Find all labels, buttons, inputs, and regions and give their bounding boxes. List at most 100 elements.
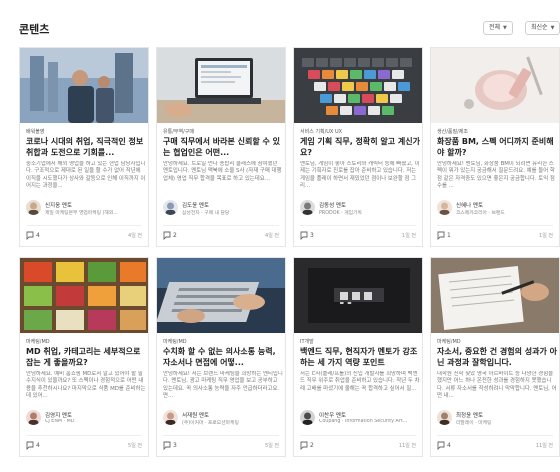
card-thumbnail-image — [157, 48, 285, 123]
filter-select[interactable]: 전체 ▼ — [483, 21, 513, 35]
author-name: 신지웅 멘토 — [45, 203, 73, 209]
chevron-down-icon: ▼ — [503, 25, 507, 31]
card-date: 11일 전 — [535, 443, 553, 449]
card-footer: 3 5일 전 — [163, 441, 279, 451]
content-page: 콘텐츠 전체 ▼ 최신순 ▼ 배워볼영 코로나 시대의 취업, 직극적인 정보 … — [0, 0, 560, 472]
card-footer: 4 11일 전 — [437, 441, 553, 451]
card-title[interactable]: 백엔드 직무, 현직자가 멘토가 강조하는 세 가지 역량 포인트 — [300, 346, 420, 368]
avatar — [300, 200, 315, 215]
author-name: 김도윤 멘토 — [182, 203, 210, 209]
page-title: 콘텐츠 — [19, 23, 50, 36]
card-category: 유통/무역/구매 — [163, 129, 194, 135]
card-thumbnail-image — [157, 258, 285, 333]
comment-count: 3 — [173, 442, 177, 449]
comment-count: 3 — [310, 232, 314, 239]
comment-count: 4 — [36, 442, 40, 449]
author-name: 신혜나 멘토 — [456, 203, 484, 209]
author-role: (주)이커머 · 프로모션마케팅 — [182, 421, 239, 426]
author-role: 코스메카코리아 · 브랜드 — [456, 211, 505, 216]
card-author[interactable]: 김도윤 멘토 삼성전자 · 구매 내 담당 — [163, 198, 283, 220]
card-description: 멘토님, 게임이 좋아 스토리와 캐릭터 등에 빠졌고, 이제는 기획자로 진로… — [300, 161, 420, 190]
avatar — [437, 410, 452, 425]
content-card[interactable]: 마케팅/MD 자소서, 중요한 건 경험의 성과가 아닌 과정과 잘학입니다. … — [430, 257, 560, 457]
card-date: 4일 전 — [128, 233, 142, 239]
card-thumbnail-image: .. — [294, 258, 422, 333]
card-date: 5일 전 — [128, 443, 142, 449]
card-description: 안녕하세요! 저는 브랜드 마케팅을 희망하는 멘티입니다. 멘토님, 광고 마… — [163, 371, 283, 400]
comment-icon — [26, 441, 34, 450]
card-category: 서비스 기획/UX UX — [300, 129, 343, 135]
comment-count: 4 — [447, 442, 451, 449]
avatar — [163, 410, 178, 425]
avatar — [26, 200, 41, 215]
content-card[interactable]: 서비스 기획/UX UX 게임 기획 직무, 정확히 알고 계신가요? 멘토님,… — [293, 47, 423, 247]
content-card[interactable]: 배워볼영 코로나 시대의 취업, 직극적인 정보 취합과 도전으로 기회를...… — [19, 47, 149, 247]
card-author[interactable]: 서재원 멘토 (주)이커머 · 프로모션마케팅 — [163, 408, 283, 430]
card-author[interactable]: 최정윤 멘토 더말레이 · 마케팅 — [437, 408, 557, 430]
card-divider — [300, 435, 416, 436]
avatar — [300, 410, 315, 425]
author-name: 김영지 멘토 — [45, 413, 73, 419]
card-divider — [163, 225, 279, 226]
card-description: 안녕하세요. 예비 홈쇼핑 MD로서 알고 있어야 할 필수지식이 있을까요? … — [26, 371, 146, 400]
content-card[interactable]: 마케팅/MD 수치화 할 수 없는 의사소통 능력, 자소서나 면접에 어떻..… — [156, 257, 286, 457]
card-divider — [300, 225, 416, 226]
card-thumbnail-image — [20, 258, 148, 333]
card-title[interactable]: MD 취업, 카테고리는 세부적으로 잡는 게 좋을까요? — [26, 346, 146, 368]
card-category: 배워볼영 — [26, 129, 45, 135]
card-footer: 3 1일 전 — [300, 231, 416, 241]
card-author[interactable]: 신지웅 멘토 제일 마케팅본부 영업마케팅 (해외... — [26, 198, 146, 220]
avatar — [26, 410, 41, 425]
card-divider — [437, 225, 553, 226]
card-category: 마케팅/MD — [163, 339, 187, 345]
card-date: 1일 전 — [402, 233, 416, 239]
card-date: 1일 전 — [539, 233, 553, 239]
comment-icon — [300, 231, 308, 240]
card-category: IT개발 — [300, 339, 314, 345]
card-title[interactable]: 게임 기획 직무, 정확히 알고 계신가요? — [300, 136, 420, 158]
card-author[interactable]: 신혜나 멘토 코스메카코리아 · 브랜드 — [437, 198, 557, 220]
card-category: 생산/품질/제조 — [437, 129, 468, 135]
card-description: 안녕하세요. 트로일 먼다 종합리 클래스에 참여했던 멘토입니다. 멘토님 맥… — [163, 161, 282, 182]
content-card[interactable]: 마케팅/MD MD 취업, 카테고리는 세부적으로 잡는 게 좋을까요? 안녕하… — [19, 257, 149, 457]
card-date: 11일 전 — [398, 443, 416, 449]
author-name: 김동성 멘토 — [319, 203, 347, 209]
card-title[interactable]: 코로나 시대의 취업, 직극적인 정보 취합과 도전으로 기회를... — [26, 136, 146, 158]
card-description: 대학원 진학 찾았 영국 아르바이트 등 다양한 경험을 했지만 어느 하나 온… — [437, 371, 557, 400]
sort-select-label: 최신순 — [531, 24, 548, 31]
comment-icon — [26, 231, 34, 240]
card-author[interactable]: 김영지 멘토 CJ ENM · MD — [26, 408, 146, 430]
comment-count: 2 — [173, 232, 177, 239]
card-title[interactable]: 자소서, 중요한 건 경험의 성과가 아닌 과정과 잘학입니다. — [437, 346, 557, 368]
card-divider — [163, 435, 279, 436]
card-description: 안녕하세요! 멘토님, 화장품 BM이 되려면 유리한 스펙이 뭐가 있는지 궁… — [437, 161, 555, 190]
card-date: 5일 전 — [265, 443, 279, 449]
author-role: PRODOK · 게임기획 — [319, 211, 362, 216]
content-card[interactable]: 유통/무역/구매 구매 직무에서 바라본 신뢰할 수 있는 협업인은 어떤...… — [156, 47, 286, 247]
card-date: 4일 전 — [265, 233, 279, 239]
card-description: 저는 C사(플레/프롤)의 신입 개발자를 희망하며 백엔드 직무 위주로 취업… — [300, 371, 420, 392]
content-card-grid: 배워볼영 코로나 시대의 취업, 직극적인 정보 취합과 도전으로 기회를...… — [19, 47, 560, 467]
author-role: 제일 마케팅본부 영업마케팅 (해외... — [45, 211, 118, 216]
card-author[interactable]: 김동성 멘토 PRODOK · 게임기획 — [300, 198, 420, 220]
comment-icon — [300, 441, 308, 450]
author-name: 최정윤 멘토 — [456, 413, 484, 419]
comment-count: 4 — [36, 232, 40, 239]
content-card[interactable]: .. IT개발 백엔드 직무, 현직자가 멘토가 강조하는 세 가지 역량 포인… — [293, 257, 423, 457]
author-role: 삼성전자 · 구매 내 담당 — [182, 211, 230, 216]
card-author[interactable]: 이찬우 멘토 Coupang · Information Security Ar… — [300, 408, 420, 430]
comment-icon — [163, 231, 171, 240]
comment-icon — [437, 441, 445, 450]
card-title[interactable]: 화장품 BM, 스펙 어디까지 준비해야 할까? — [437, 136, 557, 158]
comment-icon — [437, 231, 445, 240]
author-role: Coupang · Information Security Art... — [319, 419, 408, 424]
comment-count: 2 — [310, 442, 314, 449]
card-title[interactable]: 수치화 할 수 없는 의사소통 능력, 자소서나 면접에 어떻... — [163, 346, 283, 368]
card-footer: 1 1일 전 — [437, 231, 553, 241]
card-category: 마케팅/MD — [437, 339, 461, 345]
card-footer: 4 5일 전 — [26, 441, 142, 451]
card-title[interactable]: 구매 직무에서 바라본 신뢰할 수 있는 협업인은 어떤... — [163, 136, 283, 158]
content-card[interactable]: 생산/품질/제조 화장품 BM, 스펙 어디까지 준비해야 할까? 안녕하세요!… — [430, 47, 560, 247]
content-header: 콘텐츠 전체 ▼ 최신순 ▼ — [19, 21, 560, 41]
sort-select[interactable]: 최신순 ▼ — [525, 21, 560, 35]
